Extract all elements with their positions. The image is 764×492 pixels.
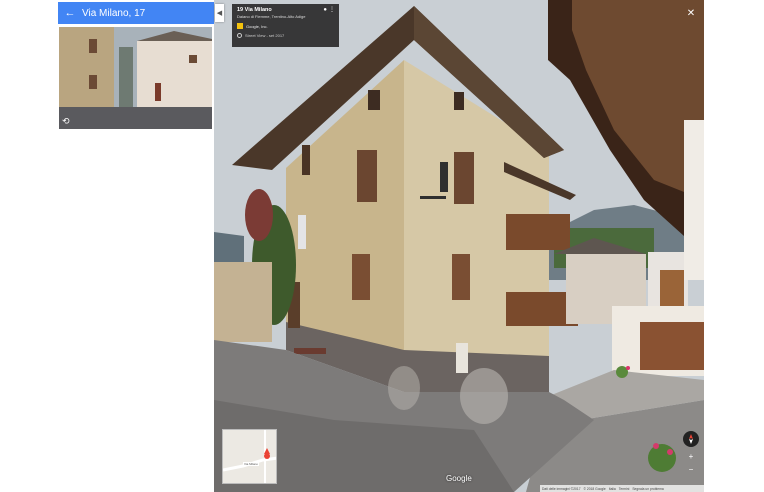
footer-country[interactable]: Italia — [609, 487, 616, 491]
compass-button[interactable] — [683, 431, 699, 447]
owner-logo-icon — [237, 23, 243, 29]
map-pin-icon[interactable]: ● — [323, 7, 327, 13]
compass-icon — [689, 434, 693, 444]
collapse-panel-button[interactable]: ◀ — [215, 4, 224, 22]
place-title: Via Milano, 17 — [82, 7, 146, 19]
arrow-left-icon: ← — [64, 7, 76, 19]
minimap-street-label: Via Milano — [243, 462, 259, 466]
location-title: 19 Via Milano — [237, 7, 272, 13]
minimap[interactable]: Via Milano — [222, 429, 277, 484]
close-icon: ✕ — [686, 7, 696, 19]
rotate-icon: ⟲ — [62, 116, 70, 126]
street-view-date-row[interactable]: Street View - set 2017 — [237, 33, 334, 38]
left-panel-header: ← Via Milano, 17 — [58, 2, 214, 24]
back-button[interactable]: ← — [58, 2, 82, 24]
clock-icon — [237, 33, 242, 38]
thumbnail-image — [59, 27, 212, 129]
image-owner-row: Google, Inc. — [237, 23, 334, 29]
street-view-panorama[interactable] — [214, 0, 704, 492]
panorama-image — [214, 0, 704, 492]
street-view-date: Street View - set 2017 — [245, 33, 285, 38]
close-button[interactable]: ✕ — [684, 6, 698, 20]
footer-report-link[interactable]: Segnala un problema — [632, 487, 663, 491]
location-subtitle: Daiano di Fiemme, Trentino-Alto Adige — [237, 14, 306, 19]
footer-terms-link[interactable]: Termini — [619, 487, 630, 491]
location-info-card: 19 Via Milano Daiano di Fiemme, Trentino… — [232, 4, 339, 47]
left-panel: ← Via Milano, 17 ⟲ — [58, 0, 214, 492]
map-footer: Dati delle immagini ©2017 © 2018 Google … — [540, 485, 704, 492]
more-options-icon[interactable]: ⋮ — [329, 6, 335, 13]
zoom-in-button[interactable]: + — [686, 451, 696, 461]
image-owner[interactable]: Google, Inc. — [246, 24, 268, 29]
street-view-thumbnail[interactable]: ⟲ — [59, 27, 212, 129]
chevron-left-icon: ◀ — [216, 10, 223, 17]
footer-imagery-credit: Dati delle immagini ©2017 — [542, 486, 581, 491]
footer-copyright: © 2018 Google — [583, 486, 606, 491]
street-view-page: ← Via Milano, 17 ⟲ ◀ 19 Via Milano Daian… — [0, 0, 764, 492]
google-logo: Google — [446, 474, 472, 483]
minimap-image — [223, 430, 276, 483]
zoom-out-button[interactable]: − — [686, 464, 696, 474]
